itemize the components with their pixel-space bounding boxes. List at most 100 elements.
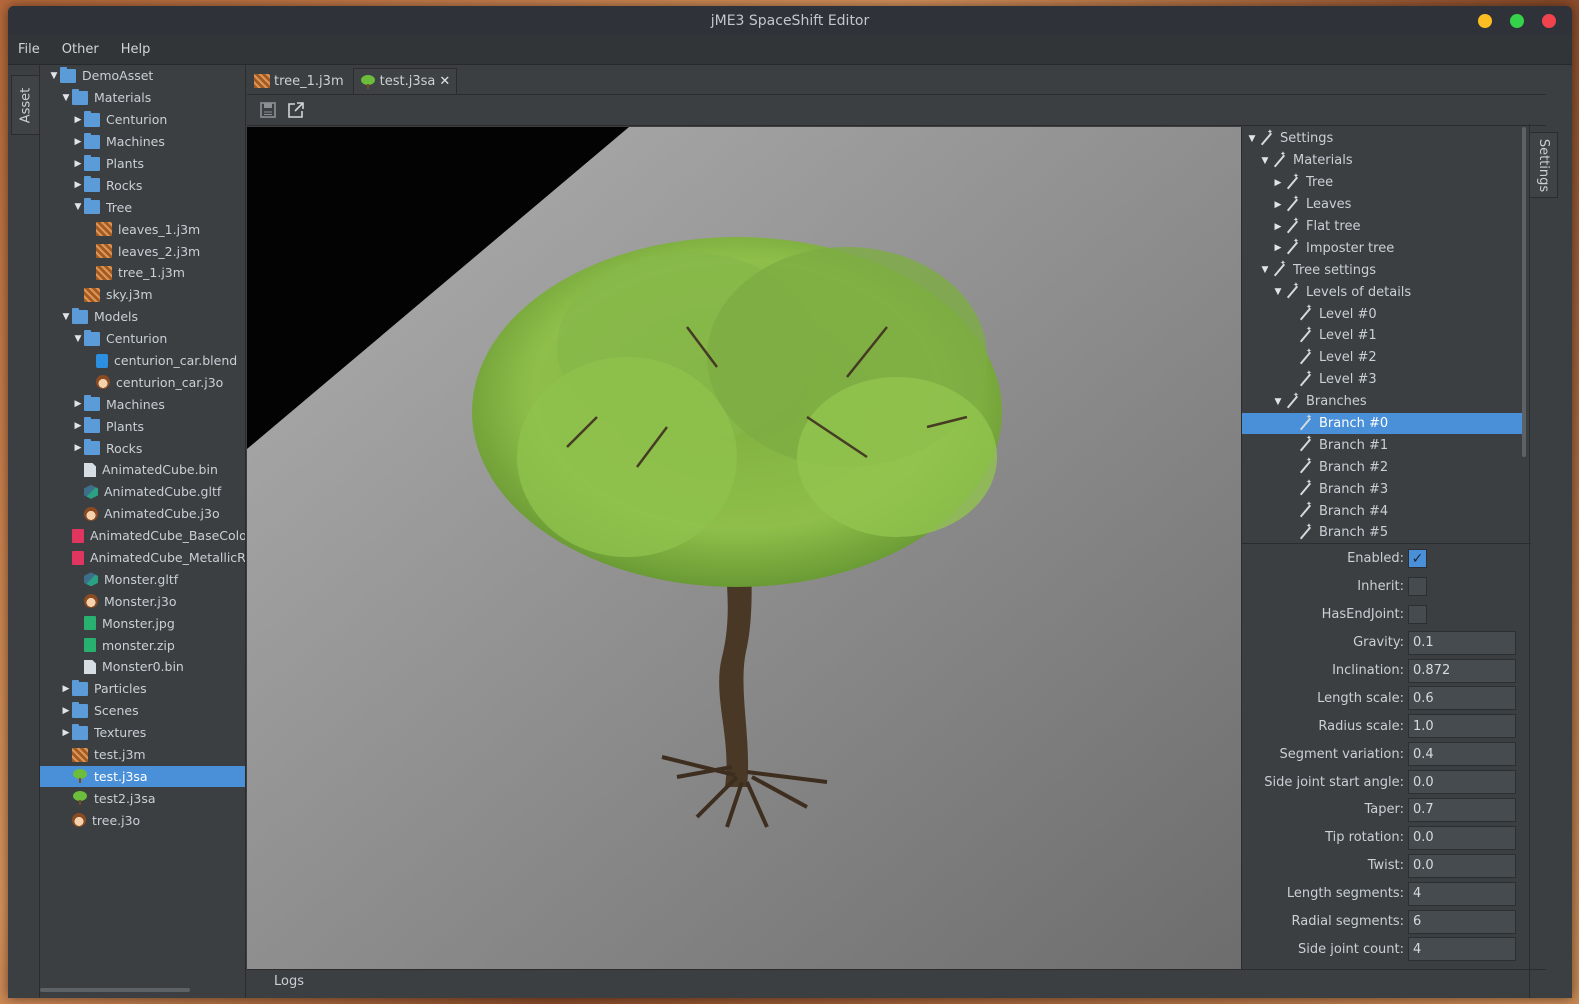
property-checkbox[interactable]: [1408, 605, 1427, 625]
asset-tree-item[interactable]: ▼ Models: [40, 306, 245, 328]
logs-tab[interactable]: Logs: [274, 974, 304, 989]
property-checkbox[interactable]: [1408, 577, 1427, 597]
asset-tree-item[interactable]: Monster0.bin: [40, 656, 245, 678]
collapse-arrow-icon[interactable]: ▶: [1272, 200, 1284, 210]
expand-arrow-icon[interactable]: ▼: [72, 202, 84, 212]
expand-arrow-icon[interactable]: ▼: [1259, 156, 1271, 166]
property-input[interactable]: [1408, 714, 1516, 739]
asset-tree-item[interactable]: ▶ Centurion: [40, 109, 245, 131]
collapse-arrow-icon[interactable]: ▶: [72, 159, 84, 169]
asset-tree-item[interactable]: Monster.gltf: [40, 568, 245, 590]
property-input[interactable]: [1408, 630, 1516, 655]
asset-tree-item[interactable]: ▶ Particles: [40, 678, 245, 700]
asset-tree-item[interactable]: leaves_1.j3m: [40, 218, 245, 240]
property-input[interactable]: [1408, 686, 1516, 711]
asset-tree-item[interactable]: test.j3sa: [40, 765, 245, 788]
collapse-arrow-icon[interactable]: ▶: [60, 684, 72, 694]
collapse-arrow-icon[interactable]: ▶: [1272, 222, 1284, 232]
asset-tree-item[interactable]: centurion_car.blend: [40, 350, 245, 372]
settings-tree-item[interactable]: Branch #3: [1242, 478, 1532, 500]
collapse-arrow-icon[interactable]: ▶: [1272, 178, 1284, 188]
property-input[interactable]: [1408, 770, 1516, 795]
expand-arrow-icon[interactable]: ▼: [60, 312, 72, 322]
settings-tree-item[interactable]: ▼ Settings: [1242, 128, 1532, 150]
settings-tree-item[interactable]: ▶ Imposter tree: [1242, 237, 1532, 259]
asset-tree-item[interactable]: ▶ Rocks: [40, 174, 245, 196]
maximize-button[interactable]: [1510, 14, 1524, 28]
property-input[interactable]: [1408, 937, 1516, 962]
property-input[interactable]: [1408, 881, 1516, 906]
asset-tree-item[interactable]: sky.j3m: [40, 284, 245, 306]
expand-arrow-icon[interactable]: ▼: [1259, 265, 1271, 275]
settings-tree-item[interactable]: ▶ Leaves: [1242, 194, 1532, 216]
settings-tree-item[interactable]: Branch #4: [1242, 500, 1532, 522]
asset-tree-item[interactable]: tree.j3o: [40, 809, 245, 831]
expand-arrow-icon[interactable]: ▼: [60, 93, 72, 103]
settings-tree-item[interactable]: Branch #2: [1242, 456, 1532, 478]
settings-tree-item[interactable]: ▶ Flat tree: [1242, 216, 1532, 238]
close-button[interactable]: [1542, 14, 1556, 28]
asset-tree-item[interactable]: ▶ Rocks: [40, 437, 245, 459]
asset-tree-item[interactable]: ▶ Textures: [40, 722, 245, 744]
property-input[interactable]: [1408, 909, 1516, 934]
property-checkbox[interactable]: ✓: [1408, 549, 1427, 569]
collapse-arrow-icon[interactable]: ▶: [60, 728, 72, 738]
collapse-arrow-icon[interactable]: ▶: [72, 421, 84, 431]
horizontal-scrollbar[interactable]: [40, 988, 190, 992]
minimize-button[interactable]: [1478, 14, 1492, 28]
settings-tree-item[interactable]: Branch #1: [1242, 434, 1532, 456]
menu-other[interactable]: Other: [62, 42, 109, 57]
collapse-arrow-icon[interactable]: ▶: [72, 180, 84, 190]
settings-tree-item[interactable]: ▼ Levels of details: [1242, 281, 1532, 303]
expand-arrow-icon[interactable]: ▼: [72, 334, 84, 344]
asset-tree-item[interactable]: ▼ Tree: [40, 196, 245, 218]
expand-arrow-icon[interactable]: ▼: [1246, 134, 1258, 144]
collapse-arrow-icon[interactable]: ▶: [72, 399, 84, 409]
asset-tree-item[interactable]: AnimatedCube.bin: [40, 459, 245, 481]
asset-tree-item[interactable]: ▼ Materials: [40, 87, 245, 109]
tab-test-j3sa[interactable]: test.j3sa ✕: [352, 68, 458, 94]
asset-tree-item[interactable]: ▶ Plants: [40, 415, 245, 437]
close-icon[interactable]: ✕: [439, 74, 450, 89]
asset-tree-item[interactable]: ▶ Plants: [40, 153, 245, 175]
asset-tree-item[interactable]: monster.zip: [40, 634, 245, 656]
asset-tree-item[interactable]: ▼ Centurion: [40, 328, 245, 350]
3d-viewport[interactable]: [247, 127, 1241, 969]
settings-tree-item[interactable]: Level #3: [1242, 369, 1532, 391]
tab-tree-1-j3m[interactable]: tree_1.j3m: [247, 68, 351, 94]
save-icon[interactable]: [259, 101, 277, 119]
property-input[interactable]: [1408, 825, 1516, 850]
asset-tree-item[interactable]: ▶ Scenes: [40, 700, 245, 722]
asset-tree-item[interactable]: ▶ Machines: [40, 393, 245, 415]
asset-tree-item[interactable]: ▼ DemoAsset: [40, 65, 245, 87]
collapse-arrow-icon[interactable]: ▶: [60, 706, 72, 716]
collapse-arrow-icon[interactable]: ▶: [72, 137, 84, 147]
settings-tree-item[interactable]: Level #1: [1242, 325, 1532, 347]
tab-asset[interactable]: Asset: [11, 75, 39, 135]
expand-arrow-icon[interactable]: ▼: [48, 71, 60, 81]
asset-tree-item[interactable]: AnimatedCube.j3o: [40, 503, 245, 525]
asset-tree-item[interactable]: centurion_car.j3o: [40, 371, 245, 393]
property-input[interactable]: [1408, 853, 1516, 878]
settings-tree-item[interactable]: ▼ Branches: [1242, 391, 1532, 413]
vertical-scrollbar[interactable]: [1522, 127, 1526, 457]
property-input[interactable]: [1408, 658, 1516, 683]
collapse-arrow-icon[interactable]: ▶: [1272, 243, 1284, 253]
asset-tree-item[interactable]: leaves_2.j3m: [40, 240, 245, 262]
asset-tree-item[interactable]: ▶ Machines: [40, 131, 245, 153]
settings-tree-item[interactable]: ▼ Materials: [1242, 150, 1532, 172]
expand-arrow-icon[interactable]: ▼: [1272, 397, 1284, 407]
property-input[interactable]: [1408, 742, 1516, 767]
asset-tree-item[interactable]: AnimatedCube_MetallicR: [40, 547, 245, 569]
asset-tree-item[interactable]: AnimatedCube_BaseColor: [40, 525, 245, 547]
settings-tree-item[interactable]: ▼ Tree settings: [1242, 259, 1532, 281]
settings-tree-item[interactable]: Branch #0: [1242, 413, 1526, 435]
asset-tree-item[interactable]: tree_1.j3m: [40, 262, 245, 284]
collapse-arrow-icon[interactable]: ▶: [72, 115, 84, 125]
settings-tree-item[interactable]: ▶ Tree: [1242, 172, 1532, 194]
asset-tree-item[interactable]: AnimatedCube.gltf: [40, 481, 245, 503]
property-input[interactable]: [1408, 797, 1516, 822]
collapse-arrow-icon[interactable]: ▶: [72, 443, 84, 453]
asset-tree-item[interactable]: test2.j3sa: [40, 787, 245, 809]
tab-settings[interactable]: Settings: [1530, 132, 1558, 198]
